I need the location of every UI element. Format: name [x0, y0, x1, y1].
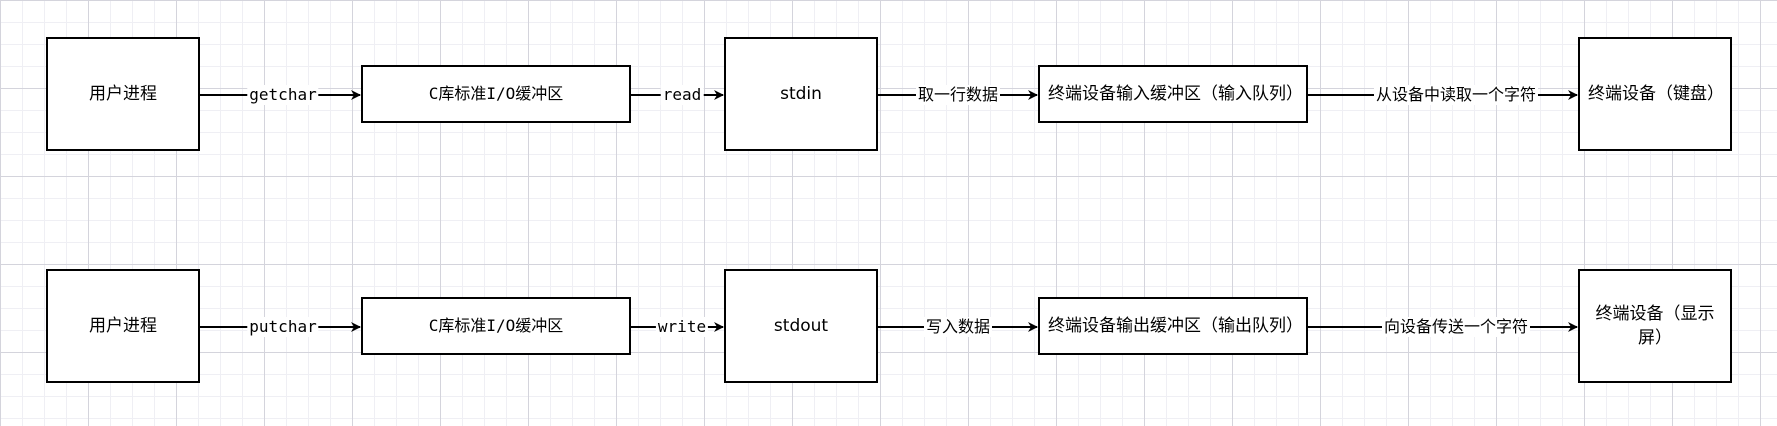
connector-layer	[200, 90, 1578, 332]
edge-label-write: write	[655, 317, 709, 337]
edge-label-send-char-to-device: 向设备传送一个字符	[1381, 317, 1531, 337]
display-device-node: 终端设备（显示屏）	[1578, 269, 1732, 383]
node-label: 终端设备（键盘）	[1588, 84, 1724, 104]
edge-label-getchar: getchar	[247, 85, 319, 105]
terminal-output-buffer-node: 终端设备输出缓冲区（输出队列）	[1038, 297, 1308, 355]
node-label: 用户进程	[89, 84, 157, 104]
node-label: 用户进程	[89, 316, 157, 336]
node-label: stdin	[780, 84, 822, 104]
node-label: C库标准I/O缓冲区	[428, 316, 564, 335]
user-process-node-input: 用户进程	[46, 37, 200, 151]
keyboard-device-node: 终端设备（键盘）	[1578, 37, 1732, 151]
node-label: 终端设备输入缓冲区（输入队列）	[1048, 84, 1303, 104]
user-process-node-output: 用户进程	[46, 269, 200, 383]
edge-label-read: read	[660, 85, 704, 105]
edge-label-fetch-line: 取一行数据	[915, 85, 1001, 105]
edge-label-read-char-from-device: 从设备中读取一个字符	[1373, 85, 1539, 105]
c-stdio-buffer-node-output: C库标准I/O缓冲区	[361, 297, 631, 355]
node-label: 终端设备（显示屏）	[1595, 304, 1715, 348]
terminal-input-buffer-node: 终端设备输入缓冲区（输入队列）	[1038, 65, 1308, 123]
edge-label-putchar: putchar	[247, 317, 319, 337]
stdin-node: stdin	[724, 37, 878, 151]
node-label: 终端设备输出缓冲区（输出队列）	[1048, 316, 1303, 336]
node-label: stdout	[773, 316, 829, 336]
c-stdio-buffer-node-input: C库标准I/O缓冲区	[361, 65, 631, 123]
stdout-node: stdout	[724, 269, 878, 383]
node-label: C库标准I/O缓冲区	[428, 84, 564, 103]
io-buffer-diagram: 用户进程 C库标准I/O缓冲区 stdin 终端设备输入缓冲区（输入队列） 终端…	[0, 0, 1777, 426]
edge-label-write-data: 写入数据	[923, 317, 993, 337]
